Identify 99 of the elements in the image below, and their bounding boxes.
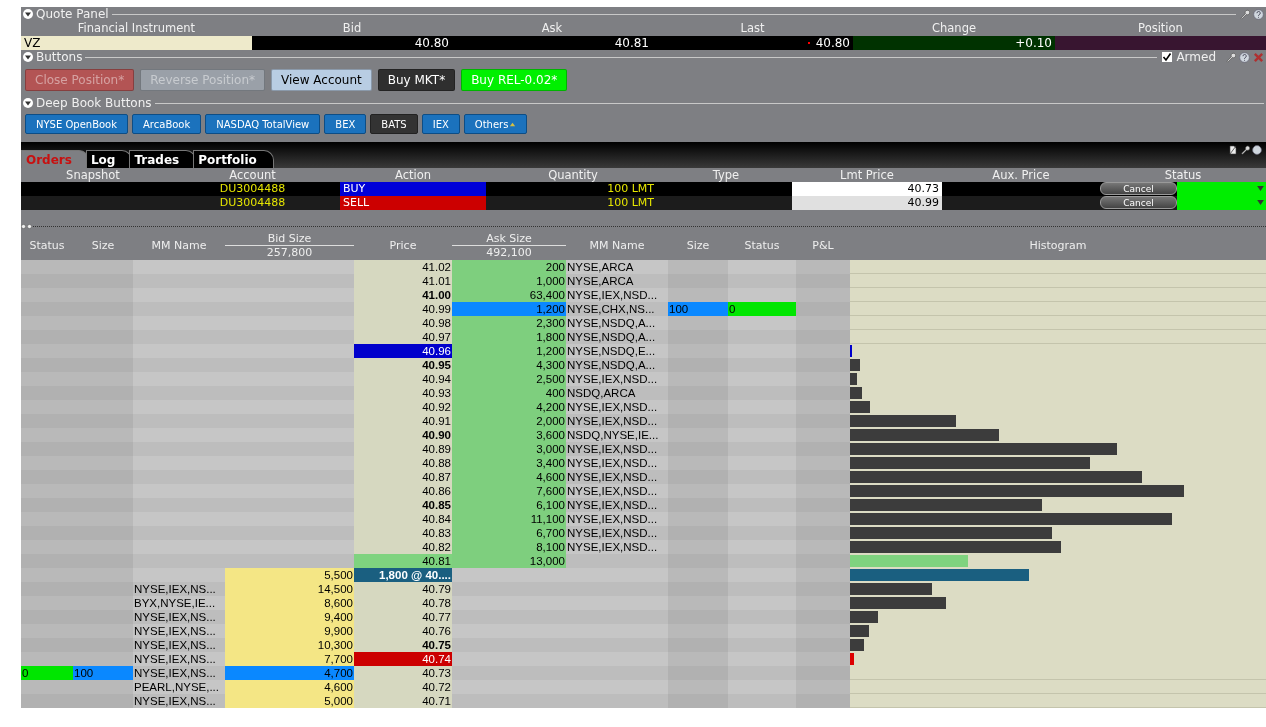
quantity-cell: 100 LMT [607, 182, 654, 195]
deep-book-button[interactable]: BATS [370, 114, 418, 134]
deep-book-button[interactable]: NASDAQ TotalView [205, 114, 321, 134]
price-cell[interactable]: 40.97 [354, 330, 452, 344]
column-header: MM Name [151, 238, 207, 252]
column-header: Price [389, 238, 417, 252]
help-icon[interactable] [1252, 145, 1262, 155]
column-header: Financial Instrument [76, 21, 197, 36]
column-header: Ask [540, 21, 564, 36]
column-header: Status [744, 238, 780, 252]
column-header: Aux. Price [991, 168, 1051, 182]
small-circle-icon[interactable] [21, 223, 26, 229]
market-maker-cell: PEARL,NYSE,... [133, 680, 225, 694]
market-maker-cell: NYSE,NSDQ,A... [566, 330, 668, 344]
order-size-cell: 100 [73, 666, 133, 680]
deep-book-button[interactable]: NYSE OpenBook [25, 114, 129, 134]
column-header: Size [686, 238, 710, 252]
column-header: Bid Size [225, 231, 354, 246]
caret-icon [1257, 200, 1264, 205]
collapse-triangle-icon[interactable] [23, 9, 33, 19]
limit-price-field[interactable]: 40.99 [792, 196, 942, 210]
order-status-cell: 0 [21, 666, 73, 680]
order-button[interactable]: Buy MKT* [377, 69, 456, 91]
bid-size-cell: 4,700 [225, 666, 354, 680]
market-maker-cell: NYSE,CHX,NS... [566, 302, 668, 316]
tab[interactable]: Portfolio [193, 150, 274, 168]
limit-price-field[interactable]: 40.73 [792, 182, 942, 196]
section-title: Quote Panel [36, 7, 109, 21]
column-header: Snapshot [65, 168, 121, 182]
column-header: Account [228, 168, 277, 182]
market-maker-cell: NYSE,NSDQ,A... [566, 316, 668, 330]
price-cell[interactable]: 40.71 [354, 694, 452, 708]
deep-book-button[interactable]: IEX [421, 114, 460, 134]
ask-size-cell: 1,200 [452, 302, 566, 316]
document-icon[interactable] [1228, 145, 1238, 155]
order-button[interactable]: View Account [271, 69, 372, 91]
column-header: Bid [341, 21, 363, 36]
action-cell: SELL [340, 196, 486, 210]
order-size-cell: 100 [668, 302, 728, 316]
price-cell[interactable]: 40.72 [354, 680, 452, 694]
ask-size-cell: 1,000 [452, 274, 566, 288]
column-total: 492,100 [486, 245, 532, 259]
quote-cell: +0.10 [853, 36, 1055, 50]
column-header: Histogram [1029, 238, 1087, 252]
price-cell[interactable]: 40.98 [354, 316, 452, 330]
quote-cell: 40.80 [652, 36, 853, 50]
deep-book-button[interactable]: BEX [324, 114, 367, 134]
bid-size-cell: 4,600 [225, 680, 354, 694]
quote-cell: VZ [21, 36, 252, 50]
deep-book-button[interactable]: Others [463, 114, 528, 134]
collapse-triangle-icon[interactable] [23, 98, 33, 108]
column-header: Status [29, 238, 65, 252]
price-cell[interactable]: 40.99 [354, 302, 452, 316]
caret-icon [1257, 186, 1264, 191]
ask-size-cell: 1,800 [452, 330, 566, 344]
column-header: Action [394, 168, 432, 182]
market-maker-cell: NYSE,ARCA [566, 274, 668, 288]
account-cell: DU3004488 [219, 196, 286, 209]
column-header: Size [91, 238, 115, 252]
section-title: Deep Book Buttons [36, 96, 152, 110]
column-header: MM Name [589, 238, 645, 252]
column-header: Status [1163, 168, 1203, 182]
quote-cell: 40.80 [252, 36, 452, 50]
quote-cell: 40.81 [452, 36, 652, 50]
account-cell: DU3004488 [219, 182, 286, 195]
column-header: Position [1137, 21, 1184, 36]
cancel-button[interactable]: Cancel [1100, 196, 1177, 209]
small-circle-icon[interactable] [27, 223, 32, 229]
column-header: Change [931, 21, 977, 36]
price-cell[interactable]: 41.01 [354, 274, 452, 288]
column-total: 257,800 [266, 245, 313, 259]
cancel-button[interactable]: Cancel [1100, 182, 1177, 195]
price-cell[interactable]: 41.02 [354, 260, 452, 274]
ask-size-cell: 2,300 [452, 316, 566, 330]
quantity-cell: 100 LMT [607, 196, 654, 209]
action-cell: BUY [340, 182, 486, 196]
bid-size-cell: 5,000 [225, 694, 354, 708]
market-maker-cell: NYSE,IEX,NS... [133, 694, 225, 708]
column-header: Quantity [547, 168, 599, 182]
column-header: Ask Size [452, 231, 566, 246]
order-status-cell: 0 [728, 302, 796, 316]
checkbox[interactable] [1162, 52, 1173, 62]
section-title: Buttons [36, 50, 83, 64]
column-header: Type [711, 168, 741, 182]
ask-size-cell: 63,400 [452, 288, 566, 302]
deep-book-button[interactable]: ArcaBook [132, 114, 202, 134]
price-cell[interactable]: 41.00 [354, 288, 452, 302]
checkbox-label: Armed [1176, 50, 1216, 64]
column-header: P&L [812, 238, 834, 252]
ask-size-cell: 200 [452, 260, 566, 274]
market-maker-cell: NYSE,ARCA [566, 260, 668, 274]
column-header: Last [739, 21, 766, 36]
market-maker-cell: NYSE,IEX,NS... [133, 666, 225, 680]
splitter-bar[interactable] [21, 222, 1266, 230]
market-maker-cell: NYSE,IEX,NSD... [566, 288, 668, 302]
wrench-icon[interactable] [1240, 145, 1250, 155]
price-cell[interactable]: 40.73 [354, 666, 452, 680]
column-header: Lmt Price [839, 168, 895, 182]
collapse-triangle-icon[interactable] [23, 52, 33, 62]
